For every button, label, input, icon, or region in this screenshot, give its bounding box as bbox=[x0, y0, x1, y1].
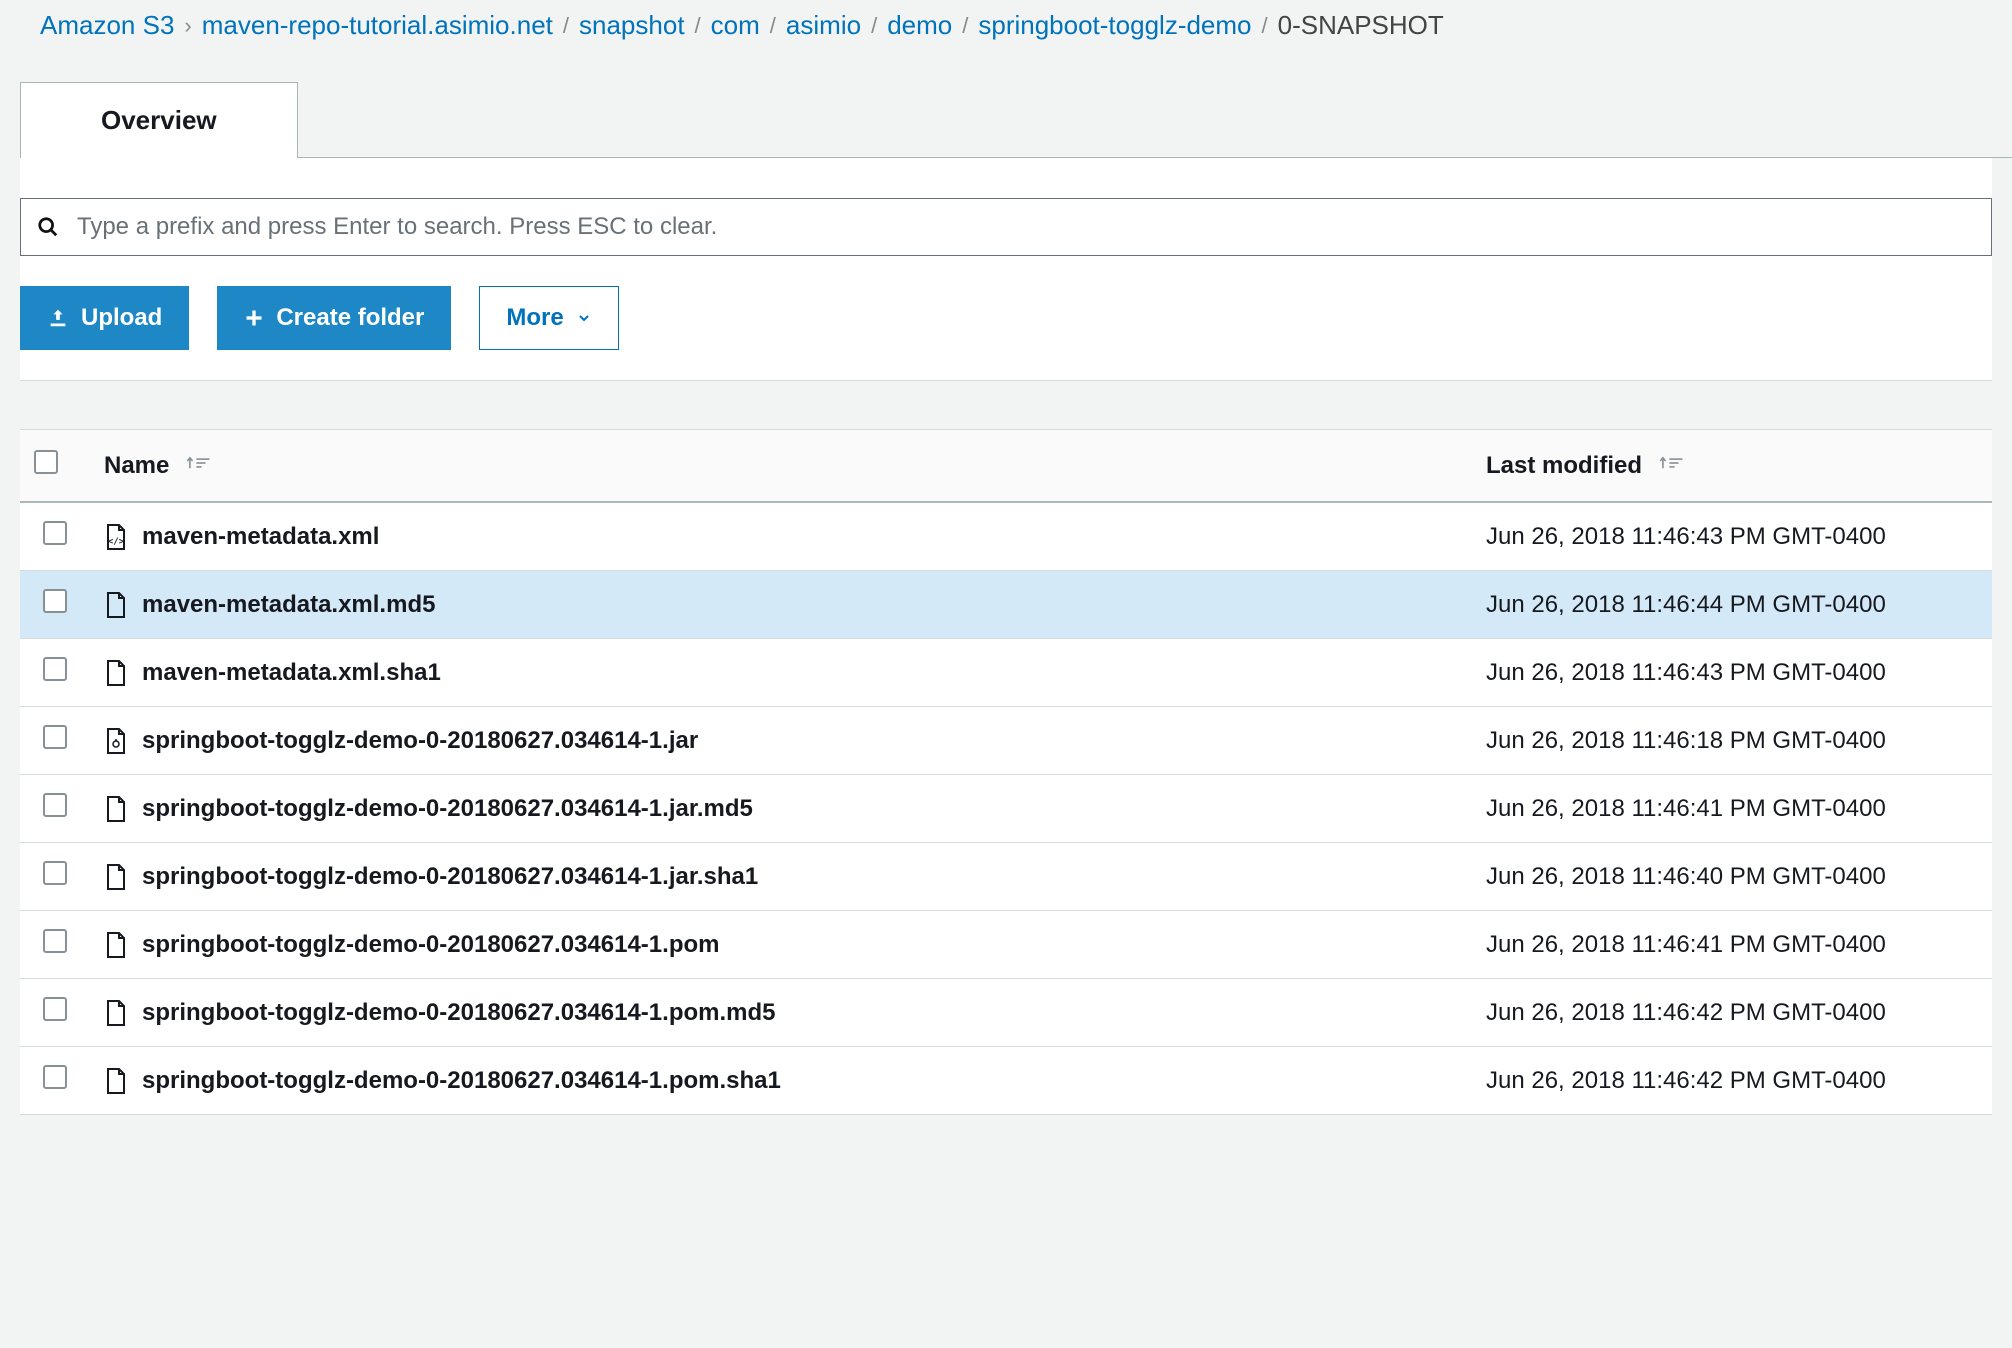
breadcrumb-item[interactable]: snapshot bbox=[579, 10, 685, 41]
header-last-modified-label: Last modified bbox=[1486, 452, 1642, 479]
table-row[interactable]: maven-metadata.xml.md5 Jun 26, 2018 11:46… bbox=[20, 571, 1992, 639]
breadcrumb: Amazon S3 › maven-repo-tutorial.asimio.net… bbox=[0, 0, 2012, 61]
breadcrumb-item[interactable]: asimio bbox=[786, 10, 861, 41]
tab-overview[interactable]: Overview bbox=[20, 82, 298, 158]
search-input[interactable] bbox=[77, 213, 1975, 241]
create-folder-button[interactable]: Create folder bbox=[217, 286, 451, 350]
table-row[interactable]: maven-metadata.xml.sha1 Jun 26, 2018 11:4… bbox=[20, 639, 1992, 707]
breadcrumb-item[interactable]: springboot-togglz-demo bbox=[978, 10, 1251, 41]
file-icon bbox=[104, 795, 128, 823]
search-bar[interactable] bbox=[20, 198, 1992, 256]
file-icon bbox=[104, 931, 128, 959]
slash-separator: / bbox=[695, 13, 701, 39]
file-icon bbox=[104, 727, 128, 755]
toolbar-spacer bbox=[20, 380, 1992, 430]
file-name[interactable]: maven-metadata.xml.md5 bbox=[142, 591, 435, 619]
row-checkbox[interactable] bbox=[43, 589, 67, 613]
file-icon bbox=[104, 591, 128, 619]
file-name[interactable]: maven-metadata.xml bbox=[142, 523, 379, 551]
file-table: Name Last modified bbox=[20, 430, 1992, 1115]
slash-separator: / bbox=[871, 13, 877, 39]
breadcrumb-item[interactable]: com bbox=[711, 10, 760, 41]
last-modified: Jun 26, 2018 11:46:41 PM GMT-0400 bbox=[1472, 775, 1992, 843]
table-row[interactable]: springboot-togglz-demo-0-20180627.034614… bbox=[20, 707, 1992, 775]
file-icon bbox=[104, 659, 128, 687]
search-icon bbox=[37, 216, 59, 238]
file-name[interactable]: springboot-togglz-demo-0-20180627.034614… bbox=[142, 795, 753, 823]
last-modified: Jun 26, 2018 11:46:43 PM GMT-0400 bbox=[1472, 502, 1992, 571]
file-name[interactable]: maven-metadata.xml.sha1 bbox=[142, 659, 441, 687]
sort-icon bbox=[186, 453, 212, 473]
table-row[interactable]: springboot-togglz-demo-0-20180627.034614… bbox=[20, 911, 1992, 979]
slash-separator: / bbox=[770, 13, 776, 39]
upload-label: Upload bbox=[81, 304, 162, 332]
more-button[interactable]: More bbox=[479, 286, 618, 350]
file-name[interactable]: springboot-togglz-demo-0-20180627.034614… bbox=[142, 727, 698, 755]
breadcrumb-item[interactable]: maven-repo-tutorial.asimio.net bbox=[202, 10, 553, 41]
tabs: Overview bbox=[20, 81, 2012, 158]
plus-icon bbox=[244, 308, 264, 328]
slash-separator: / bbox=[1262, 13, 1268, 39]
table-row[interactable]: springboot-togglz-demo-0-20180627.034614… bbox=[20, 775, 1992, 843]
upload-button[interactable]: Upload bbox=[20, 286, 189, 350]
row-checkbox[interactable] bbox=[43, 861, 67, 885]
file-name[interactable]: springboot-togglz-demo-0-20180627.034614… bbox=[142, 1067, 781, 1095]
upload-icon bbox=[47, 307, 69, 329]
breadcrumb-item[interactable]: demo bbox=[887, 10, 952, 41]
table-row[interactable]: </> maven-metadata.xml Jun 26, 2018 11:46:… bbox=[20, 502, 1992, 571]
last-modified: Jun 26, 2018 11:46:42 PM GMT-0400 bbox=[1472, 1047, 1992, 1115]
breadcrumb-item[interactable]: Amazon S3 bbox=[40, 10, 174, 41]
row-checkbox[interactable] bbox=[43, 793, 67, 817]
table-row[interactable]: springboot-togglz-demo-0-20180627.034614… bbox=[20, 843, 1992, 911]
header-last-modified[interactable]: Last modified bbox=[1472, 430, 1992, 502]
header-name[interactable]: Name bbox=[90, 430, 1472, 502]
action-bar: Upload Create folder More bbox=[20, 286, 1992, 350]
row-checkbox[interactable] bbox=[43, 1065, 67, 1089]
header-name-label: Name bbox=[104, 452, 169, 479]
last-modified: Jun 26, 2018 11:46:43 PM GMT-0400 bbox=[1472, 639, 1992, 707]
table-row[interactable]: springboot-togglz-demo-0-20180627.034614… bbox=[20, 1047, 1992, 1115]
sort-icon bbox=[1659, 453, 1685, 473]
row-checkbox[interactable] bbox=[43, 657, 67, 681]
row-checkbox[interactable] bbox=[43, 997, 67, 1021]
breadcrumb-item: 0-SNAPSHOT bbox=[1278, 10, 1444, 41]
select-all-checkbox[interactable] bbox=[34, 450, 58, 474]
last-modified: Jun 26, 2018 11:46:18 PM GMT-0400 bbox=[1472, 707, 1992, 775]
last-modified: Jun 26, 2018 11:46:41 PM GMT-0400 bbox=[1472, 911, 1992, 979]
row-checkbox[interactable] bbox=[43, 521, 67, 545]
last-modified: Jun 26, 2018 11:46:42 PM GMT-0400 bbox=[1472, 979, 1992, 1047]
more-label: More bbox=[506, 304, 563, 332]
file-name[interactable]: springboot-togglz-demo-0-20180627.034614… bbox=[142, 999, 776, 1027]
table-row[interactable]: springboot-togglz-demo-0-20180627.034614… bbox=[20, 979, 1992, 1047]
file-icon: </> bbox=[104, 523, 128, 551]
slash-separator: / bbox=[563, 13, 569, 39]
chevron-right-icon: › bbox=[184, 13, 191, 39]
file-name[interactable]: springboot-togglz-demo-0-20180627.034614… bbox=[142, 931, 719, 959]
file-name[interactable]: springboot-togglz-demo-0-20180627.034614… bbox=[142, 863, 758, 891]
last-modified: Jun 26, 2018 11:46:44 PM GMT-0400 bbox=[1472, 571, 1992, 639]
file-icon bbox=[104, 1067, 128, 1095]
row-checkbox[interactable] bbox=[43, 929, 67, 953]
svg-text:</>: </> bbox=[108, 537, 125, 547]
last-modified: Jun 26, 2018 11:46:40 PM GMT-0400 bbox=[1472, 843, 1992, 911]
slash-separator: / bbox=[962, 13, 968, 39]
chevron-down-icon bbox=[576, 310, 592, 326]
file-icon bbox=[104, 999, 128, 1027]
create-folder-label: Create folder bbox=[276, 304, 424, 332]
file-icon bbox=[104, 863, 128, 891]
row-checkbox[interactable] bbox=[43, 725, 67, 749]
header-select-all[interactable] bbox=[20, 430, 90, 502]
